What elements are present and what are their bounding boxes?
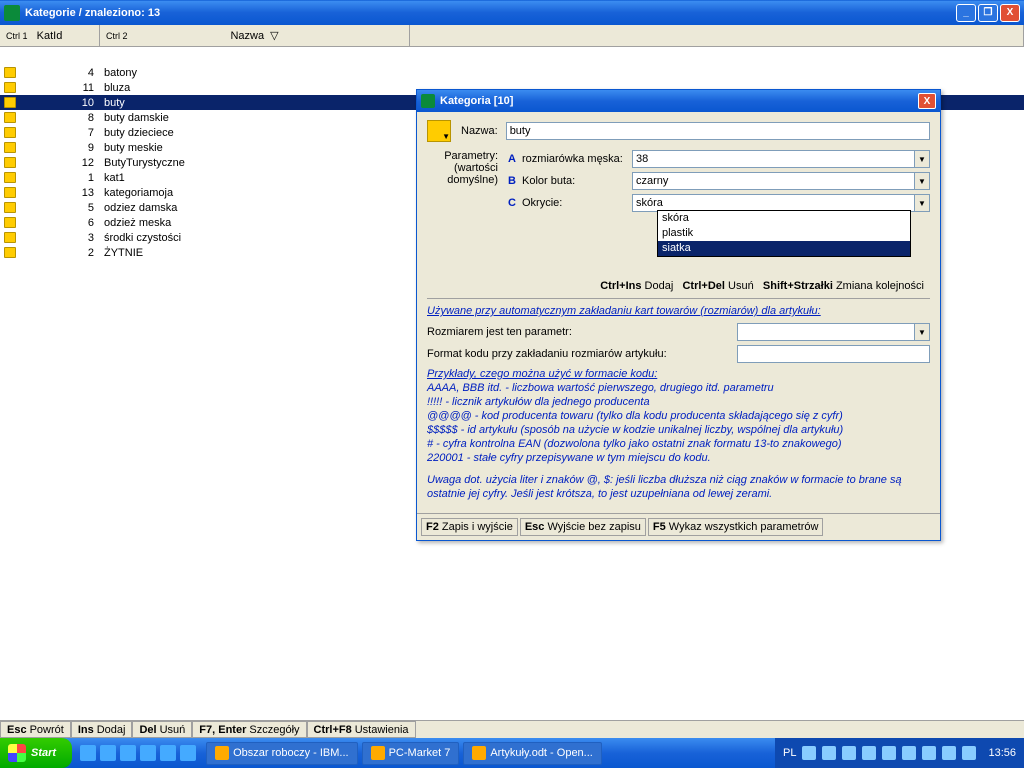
clock[interactable]: 13:56 — [988, 747, 1016, 759]
system-tray: PL 13:56 — [775, 738, 1024, 768]
column-headers: Ctrl 1 KatId Ctrl 2 Nazwa ▽ — [0, 25, 1024, 47]
folder-icon — [4, 247, 16, 258]
taskbar-button[interactable]: PC-Market 7 — [362, 742, 460, 765]
dropdown-option[interactable]: skóra — [658, 211, 910, 226]
tray-icon[interactable] — [942, 746, 956, 760]
tray-icon[interactable] — [922, 746, 936, 760]
param-name: rozmiarówka męska: — [522, 153, 632, 165]
kategoria-dialog: Kategoria [10] X Nazwa: Parametry: (wart… — [416, 89, 941, 541]
exit-button[interactable]: Esc Wyjście bez zapisu — [520, 518, 646, 536]
rozmiar-label: Rozmiarem jest ten parametr: — [427, 326, 737, 338]
tray-icon[interactable] — [862, 746, 876, 760]
ql-icon[interactable] — [180, 745, 196, 761]
folder-icon — [4, 217, 16, 228]
table-row[interactable]: 4batony — [0, 65, 1024, 80]
param-name: Kolor buta: — [522, 175, 632, 187]
quick-launch — [72, 745, 204, 761]
chevron-down-icon[interactable]: ▼ — [914, 150, 930, 168]
chevron-down-icon[interactable]: ▼ — [914, 172, 930, 190]
app-icon — [4, 5, 20, 21]
col-katid[interactable]: Ctrl 1 KatId — [0, 25, 100, 46]
name-input[interactable] — [506, 122, 930, 140]
task-icon — [472, 746, 486, 760]
folder-icon — [4, 82, 16, 93]
folder-icon — [4, 202, 16, 213]
name-label: Nazwa: — [461, 125, 498, 137]
ql-icon[interactable] — [140, 745, 156, 761]
task-icon — [215, 746, 229, 760]
param-letter: C — [502, 197, 522, 209]
ql-icon[interactable] — [100, 745, 116, 761]
ql-icon[interactable] — [160, 745, 176, 761]
folder-icon — [4, 67, 16, 78]
windows-logo-icon — [8, 744, 26, 762]
list-button[interactable]: F5 Wykaz wszystkich parametrów — [648, 518, 824, 536]
folder-icon — [4, 112, 16, 123]
ql-icon[interactable] — [120, 745, 136, 761]
param-letter: A — [502, 153, 522, 165]
folder-icon — [4, 172, 16, 183]
ql-icon[interactable] — [80, 745, 96, 761]
folder-icon — [4, 127, 16, 138]
param-actions: Ctrl+Ins Dodaj Ctrl+Del Usuń Shift+Strza… — [427, 274, 930, 299]
status-settings[interactable]: Ctrl+F8Ustawienia — [307, 721, 416, 738]
status-del[interactable]: DelUsuń — [132, 721, 192, 738]
tray-icon[interactable] — [962, 746, 976, 760]
chevron-down-icon[interactable]: ▼ — [914, 194, 930, 212]
tray-icon[interactable] — [802, 746, 816, 760]
folder-icon — [4, 142, 16, 153]
dialog-statusbar: F2 Zapis i wyjście Esc Wyjście bez zapis… — [417, 513, 940, 540]
auto-link[interactable]: Używane przy automatycznym zakładaniu ka… — [427, 305, 930, 317]
rozmiar-combo[interactable]: ▼ — [737, 323, 930, 341]
sort-indicator-icon: ▽ — [270, 29, 278, 42]
main-statusbar: EscPowrót InsDodaj DelUsuń F7, EnterSzcz… — [0, 720, 1024, 738]
param-combo[interactable]: ▼ — [632, 150, 930, 168]
lang-indicator[interactable]: PL — [783, 747, 796, 759]
task-icon — [371, 746, 385, 760]
taskbar-button[interactable]: Artykuły.odt - Open... — [463, 742, 602, 765]
main-titlebar: Kategorie / znaleziono: 13 _ ❐ X — [0, 0, 1024, 25]
close-button[interactable]: X — [1000, 4, 1020, 22]
dropdown-option[interactable]: plastik — [658, 226, 910, 241]
chevron-down-icon[interactable]: ▼ — [914, 323, 930, 341]
folder-icon — [4, 157, 16, 168]
minimize-button[interactable]: _ — [956, 4, 976, 22]
start-button[interactable]: Start — [0, 738, 72, 768]
dialog-title: Kategoria [10] — [440, 95, 918, 107]
status-back[interactable]: EscPowrót — [0, 721, 71, 738]
dropdown-option[interactable]: siatka — [658, 241, 910, 256]
param-name: Okrycie: — [522, 197, 632, 209]
status-details[interactable]: F7, EnterSzczegóły — [192, 721, 306, 738]
folder-icon — [4, 187, 16, 198]
maximize-button[interactable]: ❐ — [978, 4, 998, 22]
dialog-icon — [421, 94, 435, 108]
save-button[interactable]: F2 Zapis i wyjście — [421, 518, 518, 536]
tray-icon[interactable] — [882, 746, 896, 760]
tray-icon[interactable] — [842, 746, 856, 760]
taskbar-button[interactable]: Obszar roboczy - IBM... — [206, 742, 358, 765]
taskbar: Start Obszar roboczy - IBM...PC-Market 7… — [0, 738, 1024, 768]
param-combo[interactable]: ▼ — [632, 172, 930, 190]
format-input[interactable] — [737, 345, 930, 363]
dialog-titlebar: Kategoria [10] X — [417, 90, 940, 112]
col-empty — [410, 25, 1024, 46]
tray-icon[interactable] — [902, 746, 916, 760]
params-label: Parametry: — [427, 150, 498, 162]
window-title: Kategorie / znaleziono: 13 — [25, 7, 956, 19]
status-add[interactable]: InsDodaj — [71, 721, 133, 738]
format-label: Format kodu przy zakładaniu rozmiarów ar… — [427, 348, 737, 360]
folder-icon — [4, 97, 16, 108]
okrycie-dropdown-list[interactable]: skóraplastiksiatka — [657, 210, 911, 257]
col-nazwa[interactable]: Ctrl 2 Nazwa ▽ — [100, 25, 410, 46]
folder-icon[interactable] — [427, 120, 451, 142]
folder-icon — [4, 232, 16, 243]
tray-icon[interactable] — [822, 746, 836, 760]
param-letter: B — [502, 175, 522, 187]
help-text: Przykłady, czego można użyć w formacie k… — [427, 367, 930, 501]
dialog-close-button[interactable]: X — [918, 93, 936, 109]
